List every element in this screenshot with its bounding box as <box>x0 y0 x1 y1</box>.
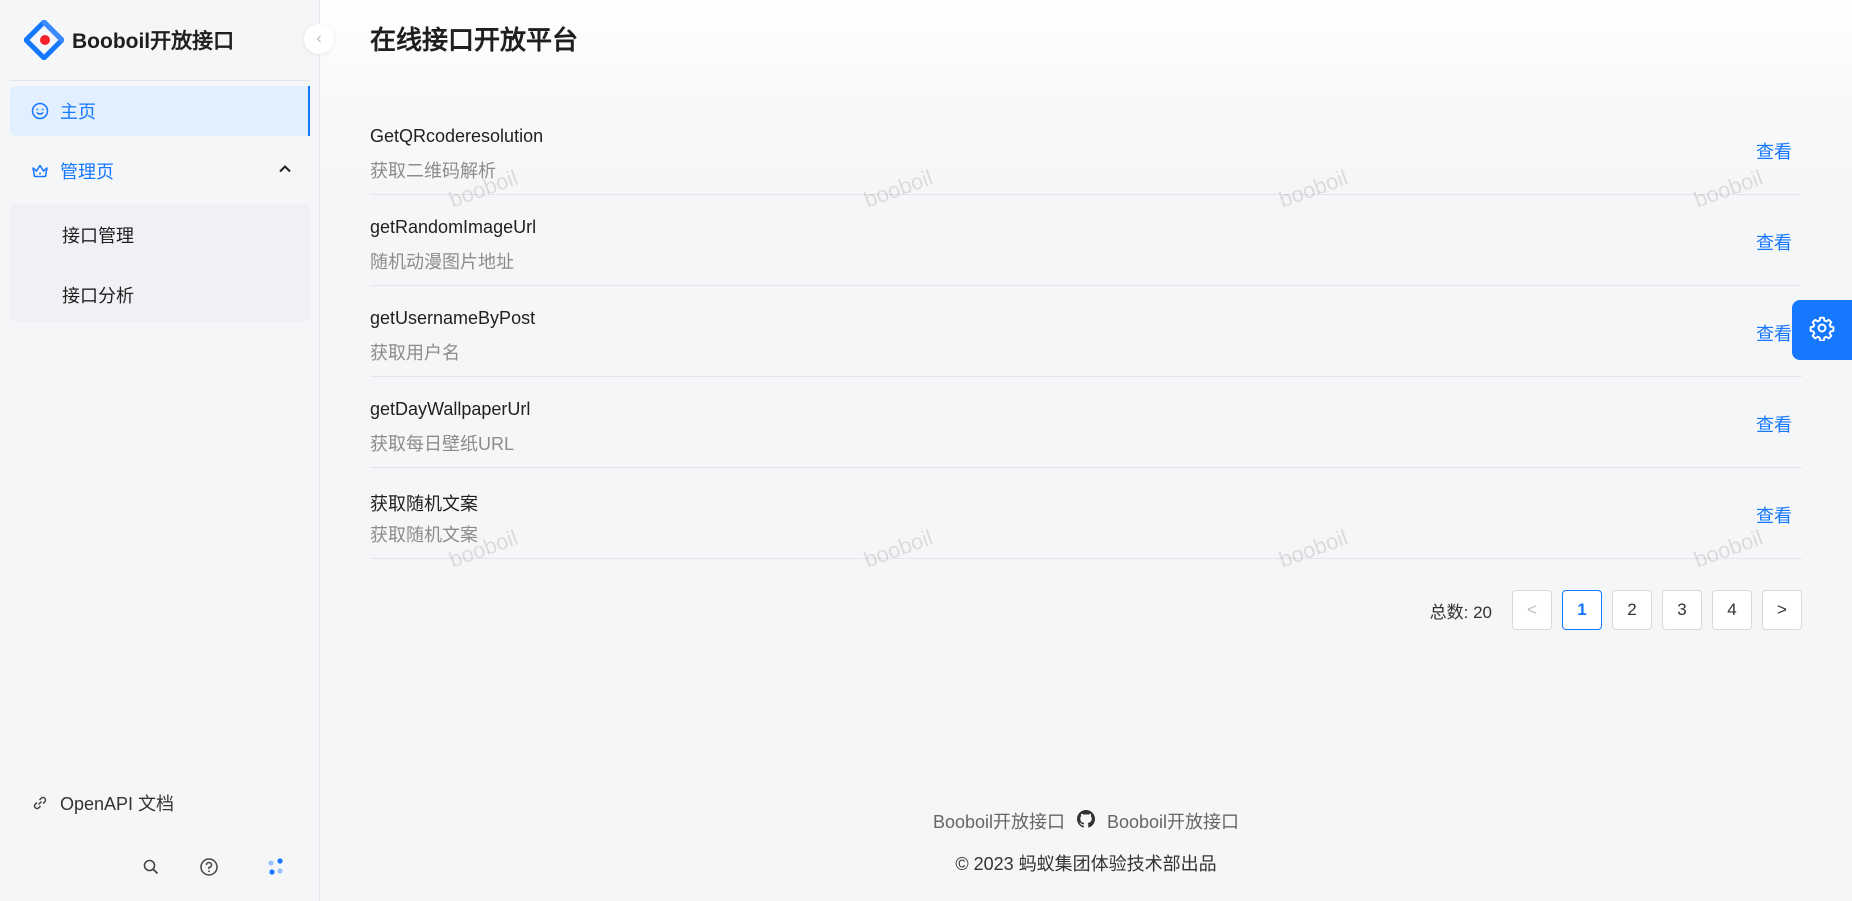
page-button-1[interactable]: 1 <box>1562 590 1602 630</box>
sidebar: Booboil开放接口 ‹ 主页 管理页 接口管理 接口分析 OpenAPI 文… <box>0 0 334 901</box>
chevron-up-icon[interactable] <box>278 162 292 179</box>
main-content: 在线接口开放平台 GetQRcoderesolution 获取二维码解析 查看 … <box>320 0 1852 901</box>
sidebar-item-api-management[interactable]: 接口管理 <box>62 222 134 248</box>
api-name: getDayWallpaperUrl <box>370 399 531 419</box>
openapi-label: OpenAPI 文档 <box>60 794 175 814</box>
settings-drawer-button[interactable] <box>1792 300 1852 360</box>
view-button[interactable]: 查看 <box>1756 229 1792 255</box>
app-name: Booboil开放接口 <box>72 30 235 53</box>
question-icon[interactable] <box>197 855 221 879</box>
footer: Booboil开放接口 Booboil开放接口 © 2023 蚂蚁集团体验技术部… <box>320 808 1852 876</box>
list-item: getRandomImageUrl 随机动漫图片地址 查看 <box>370 195 1802 286</box>
view-button[interactable]: 查看 <box>1756 502 1792 528</box>
chevron-right-icon: > <box>1777 600 1787 619</box>
chevron-left-icon: < <box>1527 600 1537 619</box>
list-item: getUsernameByPost 获取用户名 查看 <box>370 286 1802 377</box>
footer-links: Booboil开放接口 Booboil开放接口 <box>320 808 1852 834</box>
pagination: 总数: 20 < 1 2 3 4 > <box>1430 590 1802 630</box>
footer-copyright: © 2023 蚂蚁集团体验技术部出品 <box>955 854 1217 874</box>
api-description: 随机动漫图片地址 <box>370 252 514 272</box>
api-description: 获取随机文案 <box>370 525 478 545</box>
smile-icon <box>30 101 50 121</box>
view-button[interactable]: 查看 <box>1756 138 1792 164</box>
total-label: 总数: <box>1429 602 1469 622</box>
submenu-manage: 接口管理 接口分析 <box>10 204 310 322</box>
menu-item-label: 主页 <box>60 102 96 122</box>
logo[interactable]: Booboil开放接口 <box>23 18 235 62</box>
github-icon[interactable] <box>1077 809 1095 833</box>
api-name: GetQRcoderesolution <box>370 126 544 146</box>
next-page-button[interactable]: > <box>1762 590 1802 630</box>
gear-icon <box>1809 315 1835 346</box>
openapi-docs-link[interactable]: OpenAPI 文档 <box>30 790 174 816</box>
api-description: 获取每日壁纸URL <box>370 434 515 454</box>
pagination-total: 总数: 20 <box>1430 598 1492 623</box>
menu-item-home[interactable]: 主页 <box>10 86 310 136</box>
page-title: 在线接口开放平台 <box>370 25 579 55</box>
dots-icon[interactable] <box>264 855 288 879</box>
api-name: getUsernameByPost <box>370 308 536 328</box>
divider <box>10 80 310 81</box>
api-list: GetQRcoderesolution 获取二维码解析 查看 getRandom… <box>370 104 1802 559</box>
view-button[interactable]: 查看 <box>1756 411 1792 437</box>
api-name: getRandomImageUrl <box>370 217 537 237</box>
list-item: GetQRcoderesolution 获取二维码解析 查看 <box>370 104 1802 195</box>
chevron-left-icon: ‹ <box>316 30 322 47</box>
link-icon <box>30 793 50 813</box>
list-item: getDayWallpaperUrl 获取每日壁纸URL 查看 <box>370 377 1802 468</box>
sidebar-item-api-analysis[interactable]: 接口分析 <box>62 282 134 308</box>
search-icon[interactable] <box>139 855 163 879</box>
page-button-3[interactable]: 3 <box>1662 590 1702 630</box>
crown-icon <box>30 161 50 181</box>
view-button[interactable]: 查看 <box>1756 320 1792 346</box>
collapse-sidebar-button[interactable]: ‹ <box>304 24 334 54</box>
prev-page-button[interactable]: < <box>1512 590 1552 630</box>
total-count: 20 <box>1473 602 1492 622</box>
menu-item-label: 管理页 <box>60 162 114 182</box>
menu-item-manage[interactable]: 管理页 <box>10 146 310 196</box>
logo-icon <box>23 19 65 61</box>
page-button-2[interactable]: 2 <box>1612 590 1652 630</box>
api-description: 获取二维码解析 <box>370 161 496 181</box>
footer-link-left[interactable]: Booboil开放接口 <box>933 808 1065 834</box>
footer-link-right[interactable]: Booboil开放接口 <box>1107 808 1239 834</box>
page-button-4[interactable]: 4 <box>1712 590 1752 630</box>
list-item: 获取随机文案 获取随机文案 查看 <box>370 468 1802 559</box>
api-name: 获取随机文案 <box>370 494 478 514</box>
api-description: 获取用户名 <box>370 343 460 363</box>
